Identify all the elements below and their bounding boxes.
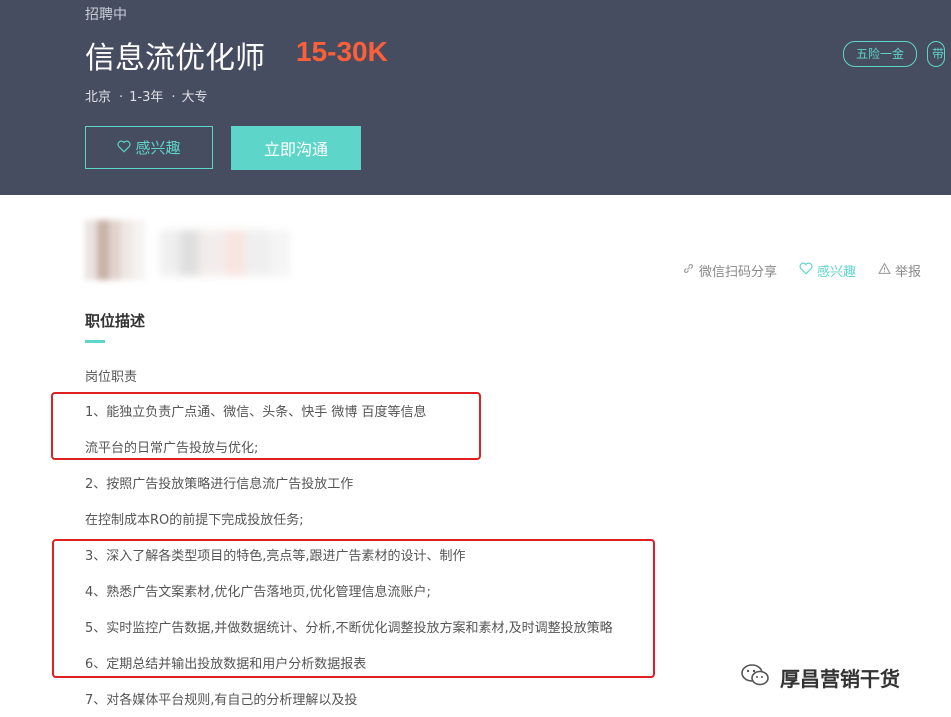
report-label: 举报 (894, 265, 921, 280)
section-title: 职位描述 (85, 312, 146, 330)
interest-label: 感兴趣 (816, 265, 856, 280)
description-line: 在控制成本RO的前提下完成投放任务; (85, 513, 304, 528)
share-label: 微信扫码分享 (698, 265, 777, 280)
watermark-text: 厚昌营销干货 (780, 667, 900, 691)
benefit-tag: 带 (927, 41, 946, 67)
job-education: 大专 (181, 90, 208, 105)
interest-button[interactable]: 感兴趣 (85, 126, 213, 169)
recruiter-info-blurred (160, 230, 290, 276)
salary: 15-30K (296, 36, 388, 67)
section-underline (85, 340, 105, 343)
job-experience: 1-3年 (129, 90, 164, 105)
description-line: 7、对各媒体平台规则,有自己的分析理解以及投 (85, 693, 358, 708)
chat-button[interactable]: 立即沟通 (231, 126, 361, 170)
link-icon (682, 262, 695, 279)
report-action[interactable]: 举报 (878, 261, 921, 280)
job-title: 信息流优化师 (85, 41, 265, 76)
interest-action[interactable]: 感兴趣 (799, 261, 856, 280)
job-meta: 北京 · 1-3年 · 大专 (85, 90, 208, 105)
job-location: 北京 (85, 90, 112, 105)
watermark: 厚昌营销干货 (740, 662, 900, 693)
heart-icon (799, 262, 813, 279)
highlight-box (51, 392, 481, 460)
benefit-tag: 五险一金 (843, 41, 918, 67)
share-action[interactable]: 微信扫码分享 (682, 261, 777, 280)
warning-icon (878, 262, 891, 279)
benefit-tags: 五险一金 带 (843, 41, 946, 67)
job-actions: 微信扫码分享 感兴趣 举报 (682, 261, 921, 280)
job-status: 招聘中 (85, 7, 127, 23)
recruiter-avatar[interactable] (85, 220, 145, 280)
interest-button-label: 感兴趣 (135, 139, 181, 157)
description-line: 岗位职责 (85, 370, 138, 385)
highlight-box (52, 539, 655, 678)
description-line: 2、按照广告投放策略进行信息流广告投放工作 (85, 477, 354, 492)
heart-icon (117, 139, 131, 157)
wechat-icon (740, 662, 770, 693)
job-header: 招聘中 信息流优化师 15-30K 北京 · 1-3年 · 大专 感兴趣 立即沟通 五险… (0, 0, 951, 195)
